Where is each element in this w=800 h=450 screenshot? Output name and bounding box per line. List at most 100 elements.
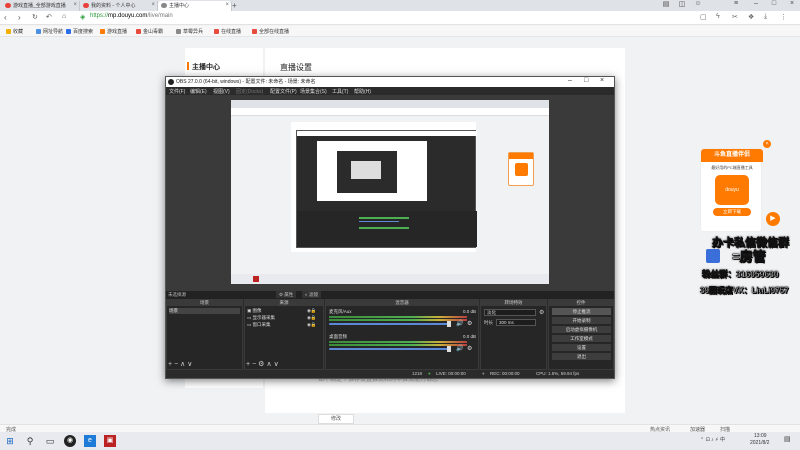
new-tab-icon[interactable]: + — [232, 1, 237, 10]
sources-dock-controls[interactable]: +−⚙∧∨ — [246, 360, 281, 368]
menu-edit[interactable]: 编辑(E) — [190, 88, 207, 95]
obs-titlebar[interactable]: OBS 27.0.0 (64-bit, windows) - 配置文件: 未命名… — [166, 77, 614, 87]
bookmark-item[interactable]: 金山毒霸 — [136, 28, 163, 35]
stop-streaming-button[interactable]: 停止推流 — [552, 308, 611, 315]
bookmark-item[interactable]: 收藏 — [6, 28, 23, 35]
home-icon[interactable]: ⌂ — [62, 13, 66, 20]
refresh-icon[interactable]: ↻ — [32, 13, 38, 21]
maximize-icon[interactable]: □ — [584, 77, 588, 84]
obs-title: OBS 27.0.0 (64-bit, windows) - 配置文件: 未命名… — [176, 79, 316, 85]
scene-item[interactable]: 场景 — [169, 308, 240, 314]
bookmark-item[interactable]: 百度搜索 — [66, 28, 93, 35]
cut-icon[interactable]: ✂ — [732, 13, 738, 21]
undo-icon[interactable]: ↶ — [46, 13, 52, 21]
search-icon[interactable]: ⚲ — [24, 435, 36, 447]
captured-taskbar — [231, 274, 549, 284]
gear-icon[interactable]: ⚙ — [467, 345, 472, 352]
clock-date: 2021/8/2 — [750, 440, 770, 446]
sidebar-title[interactable]: 主播中心 — [192, 62, 220, 72]
menu-file[interactable]: 文件(F) — [169, 88, 185, 95]
source-item[interactable]: ▣ 图像 — [247, 308, 262, 314]
sources-dock-title: 来源 — [245, 300, 323, 306]
volume-knob[interactable] — [447, 321, 451, 327]
browser-tab-label: 我的资料 - 个人中心 — [91, 3, 136, 9]
close-window-icon[interactable]: × — [786, 0, 798, 7]
close-icon[interactable]: × — [600, 77, 604, 84]
properties-button[interactable]: ⚙ 属性 — [276, 291, 297, 298]
minimize-icon[interactable]: – — [750, 0, 762, 7]
back-icon[interactable]: ‹ — [4, 13, 7, 22]
notification-icon[interactable]: ▤ — [784, 435, 791, 443]
settings-button[interactable]: 设置 — [552, 344, 611, 351]
download-icon[interactable]: ⤓ — [764, 13, 767, 21]
source-item[interactable]: ▭ 显示器采集 — [247, 315, 275, 321]
maximize-icon[interactable]: □ — [768, 0, 780, 7]
reading-icon[interactable]: ▢ — [700, 13, 707, 21]
play-icon[interactable]: ▶ — [766, 212, 780, 226]
browser-taskbar-icon[interactable]: e — [84, 435, 96, 447]
level-meter — [329, 341, 467, 343]
obs-recording-taskbar-icon[interactable]: ▣ — [104, 435, 116, 447]
gear-icon[interactable]: ⚙ — [467, 320, 472, 327]
browser-statusbar: 完成 热点资讯 加速器 扫描 — [0, 424, 800, 433]
duration-input[interactable]: 300 ms — [496, 319, 536, 326]
mixer-channel: 麦克风/Aux 0.0 dB 🔊 ⚙ — [329, 309, 476, 329]
menu-tools[interactable]: 工具(T) — [332, 88, 348, 95]
mixer-dock: 混音器 麦克风/Aux 0.0 dB 🔊 ⚙ 桌面音频 0.0 dB 🔊 ⚙ — [325, 299, 479, 370]
transition-select[interactable]: 淡化 — [484, 309, 536, 316]
modify-button[interactable]: 修改 — [318, 414, 354, 424]
close-tab-icon[interactable]: × — [225, 2, 229, 8]
obs-preview[interactable]: ↖ — [166, 95, 614, 299]
lightning-icon[interactable]: ϟ — [716, 13, 720, 20]
source-item[interactable]: ▭ 窗口采集 — [247, 322, 271, 328]
bookmark-item[interactable]: 网址导航 — [36, 28, 63, 35]
speaker-icon[interactable]: 🔊 — [456, 320, 463, 327]
obs-taskbar-icon[interactable]: ◉ — [64, 435, 76, 447]
close-tab-icon[interactable]: × — [73, 2, 77, 8]
close-icon[interactable]: × — [763, 140, 771, 148]
volume-slider[interactable] — [329, 348, 449, 350]
windows-start-icon[interactable]: ⊞ — [4, 435, 16, 447]
pin-icon[interactable]: ◫ — [676, 0, 688, 8]
menu-help[interactable]: 帮助(H) — [354, 88, 371, 95]
gear-icon[interactable]: ⚙ — [539, 309, 544, 316]
menu-view[interactable]: 视图(V) — [213, 88, 230, 95]
volume-knob[interactable] — [447, 346, 451, 352]
settings-icon[interactable]: ≡ — [730, 0, 742, 7]
exit-button[interactable]: 退出 — [552, 353, 611, 360]
studio-mode-button[interactable]: 工作室模式 — [552, 335, 611, 342]
grid-icon[interactable]: ⋮ — [780, 13, 787, 21]
bookmark-item[interactable]: 在线直播 — [214, 28, 241, 35]
visibility-eye-icon[interactable]: ◉🔒 — [307, 322, 317, 328]
browser-tab-1[interactable]: 我的资料 - 个人中心 × — [80, 1, 158, 11]
visibility-eye-icon[interactable]: ◉🔒 — [307, 308, 317, 314]
virtual-camera-button[interactable]: 启动虚拟摄像机 — [552, 326, 611, 333]
bookmark-item[interactable]: 全部在线直播 — [252, 28, 289, 35]
window-list-icon[interactable]: ▤ — [660, 0, 672, 8]
extension-icon[interactable]: ❖ — [748, 13, 754, 21]
user-icon[interactable]: ☺ — [692, 0, 704, 7]
start-recording-button[interactable]: 开始录制 — [552, 317, 611, 324]
visibility-eye-icon[interactable]: ◉🔒 — [307, 315, 317, 321]
url-input[interactable]: ◈ https://mp.douyu.com/live/main — [80, 13, 640, 23]
forward-icon[interactable]: › — [18, 13, 21, 22]
tray-icons[interactable]: ⌃ ⊡ ♪ ⚡ 中 — [700, 436, 725, 443]
menu-profile[interactable]: 配置文件(P) — [270, 88, 297, 95]
scenes-dock-controls[interactable]: +−∧∨ — [168, 360, 194, 368]
bookmark-item[interactable]: 草霉异兵 — [176, 28, 203, 35]
menu-scene-collection[interactable]: 场景集合(S) — [300, 88, 327, 95]
bookmark-item[interactable]: 游戏直播 — [100, 28, 127, 35]
ad-widget[interactable]: 斗鱼直播伴侣 最好用的PC端直播工具 douyu 立即下载 × ▶ — [700, 140, 780, 232]
close-tab-icon[interactable]: × — [151, 2, 155, 8]
task-view-icon[interactable]: ▭ — [44, 435, 56, 447]
minimize-icon[interactable]: – — [568, 77, 572, 84]
ad-download-button[interactable]: 立即下载 — [713, 208, 751, 216]
filters-button[interactable]: ◐ 滤镜 — [302, 291, 321, 298]
captured-meter — [359, 217, 409, 219]
menu-docks[interactable]: 固定(Docks) — [236, 88, 263, 95]
browser-tab-2[interactable]: 主播中心 × — [158, 1, 232, 11]
speaker-icon[interactable]: 🔊 — [456, 345, 463, 352]
browser-tab-0[interactable]: 游戏直播_全部游戏直播 × — [2, 1, 80, 11]
volume-slider[interactable] — [329, 323, 449, 325]
live-icon — [252, 29, 257, 34]
